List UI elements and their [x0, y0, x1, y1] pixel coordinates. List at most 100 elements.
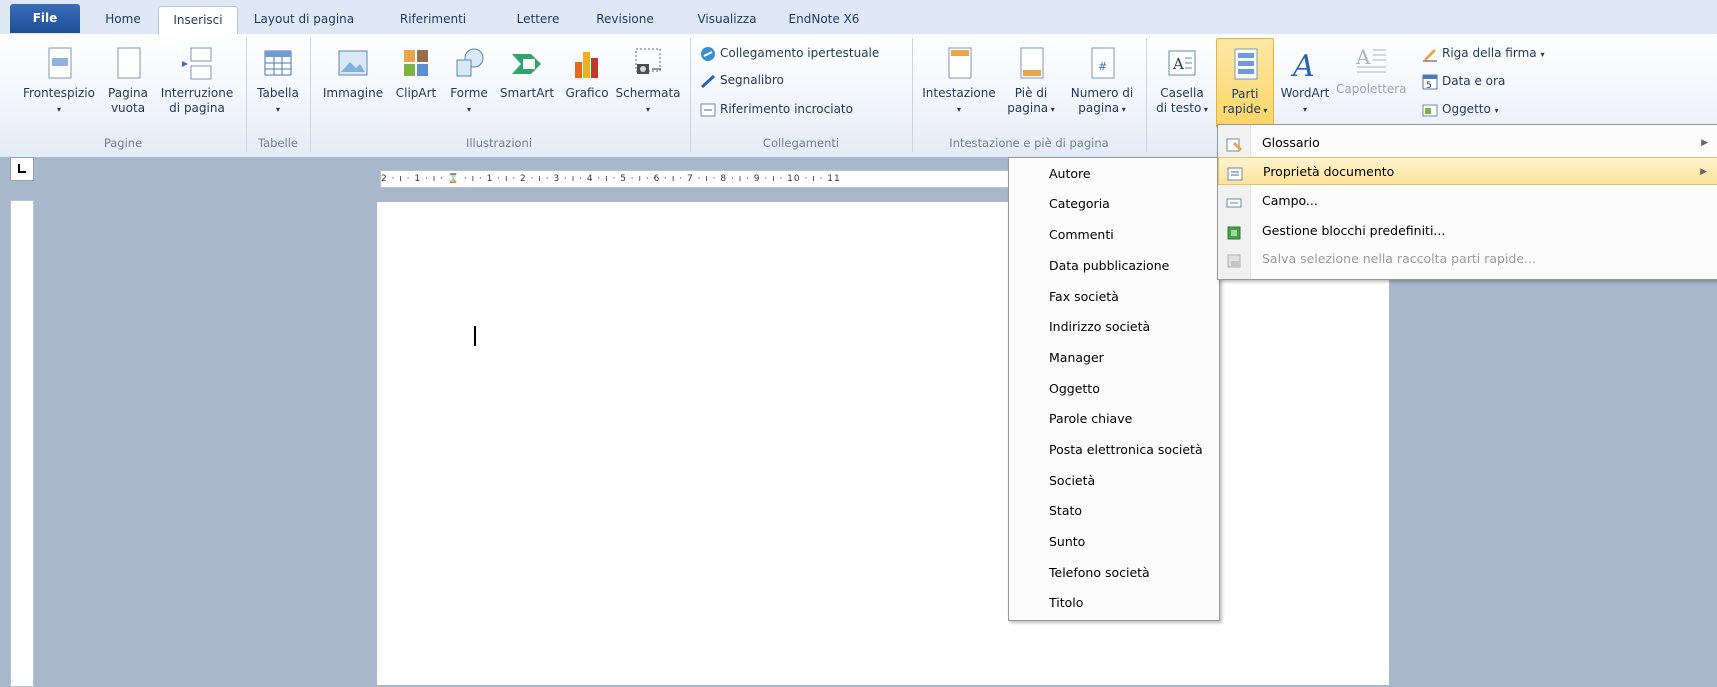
svg-text:A: A — [1290, 49, 1315, 82]
riferimento-label: Riferimento incrociato — [720, 102, 853, 116]
tab-file[interactable]: File — [10, 4, 80, 33]
menu-item-gestione-blocchi[interactable]: Gestione blocchi predefiniti... — [1218, 217, 1717, 245]
clipart-button[interactable]: ClipArt — [390, 46, 442, 101]
immagine-button[interactable]: Immagine — [318, 46, 388, 101]
intestazione-button[interactable]: Intestazione ▾ — [916, 46, 1002, 117]
svg-text:A: A — [1355, 45, 1371, 69]
table-icon — [260, 46, 296, 82]
smartart-icon — [509, 46, 545, 82]
oggetto-label: Oggetto — [1442, 102, 1491, 116]
hyperlink-icon — [700, 46, 716, 62]
shapes-icon — [451, 46, 487, 82]
submenu-item[interactable]: Titolo — [1009, 588, 1219, 618]
group-separator — [246, 38, 247, 152]
tabella-button[interactable]: Tabella ▾ — [250, 46, 306, 117]
pagina-vuota-button[interactable]: Pagina vuota — [104, 46, 152, 116]
tab-layout[interactable]: Layout di pagina — [250, 6, 358, 33]
tab-lettere[interactable]: Lettere — [508, 6, 568, 33]
casella-label-2: di testo — [1156, 101, 1202, 115]
submenu-item[interactable]: Data pubblicazione — [1009, 251, 1219, 281]
intestazione-label: Intestazione — [922, 86, 996, 100]
svg-text:5: 5 — [1426, 81, 1432, 90]
interruzione-pagina-button[interactable]: Interruzione di pagina — [156, 46, 238, 116]
capolettera-button[interactable]: A Capolettera — [1336, 42, 1407, 97]
oggetto-button[interactable]: Oggetto ▾ — [1422, 98, 1499, 120]
riferimento-incrociato-button[interactable]: Riferimento incrociato — [700, 98, 853, 120]
tab-riferimenti[interactable]: Riferimenti — [393, 6, 473, 33]
riga-firma-button[interactable]: Riga della firma ▾ — [1422, 42, 1544, 64]
submenu-item[interactable]: Società — [1009, 466, 1219, 496]
group-label-pagine: Pagine — [103, 136, 143, 150]
tab-inserisci[interactable]: Inserisci — [158, 6, 238, 35]
page-break-icon — [179, 46, 215, 82]
immagine-label: Immagine — [322, 86, 384, 100]
glossary-icon — [1226, 135, 1243, 152]
chevron-down-icon: ▾ — [275, 105, 280, 114]
pie-pagina-button[interactable]: Piè di pagina ▾ — [1002, 46, 1060, 117]
submenu-item[interactable]: Oggetto — [1009, 374, 1219, 404]
schermata-button[interactable]: Schermata ▾ — [614, 46, 682, 117]
menu-item-glossario[interactable]: Glossario ▶ — [1218, 129, 1717, 157]
group-separator — [310, 38, 311, 152]
tabella-label: Tabella — [257, 86, 299, 100]
clipart-label: ClipArt — [395, 86, 437, 100]
frontespizio-button[interactable]: Frontespizio ▾ — [18, 46, 100, 117]
chevron-down-icon: ▾ — [956, 105, 961, 114]
tab-home[interactable]: Home — [92, 6, 154, 33]
tab-endnote[interactable]: EndNote X6 — [786, 6, 862, 33]
smartart-label: SmartArt — [499, 86, 555, 100]
chevron-down-icon: ▾ — [1540, 50, 1545, 59]
numero-label-2: pagina — [1078, 101, 1120, 115]
footer-icon — [1013, 46, 1049, 82]
collegamento-label: Collegamento ipertestuale — [720, 46, 880, 60]
data-ora-button[interactable]: 5 Data e ora — [1422, 70, 1505, 92]
picture-icon — [335, 46, 371, 82]
casella-testo-button[interactable]: A Casella di testo ▾ — [1150, 46, 1214, 117]
tab-stop-selector[interactable] — [10, 157, 34, 181]
pie-label-1: Piè di — [1014, 86, 1048, 100]
vertical-ruler[interactable] — [10, 200, 34, 687]
menu-item-salva-selezione[interactable]: Salva selezione nella raccolta parti rap… — [1218, 245, 1717, 273]
pie-label-2: pagina — [1007, 101, 1049, 115]
tab-visualizza[interactable]: Visualizza — [690, 6, 764, 33]
grafico-button[interactable]: Grafico — [560, 46, 614, 101]
smartart-button[interactable]: SmartArt — [496, 46, 558, 101]
frontespizio-label: Frontespizio — [23, 86, 95, 100]
submenu-item[interactable]: Commenti — [1009, 220, 1219, 250]
drop-cap-icon: A — [1353, 42, 1389, 78]
field-icon — [1226, 193, 1242, 209]
submenu-item[interactable]: Telefono società — [1009, 558, 1219, 588]
submenu-item[interactable]: Fax società — [1009, 282, 1219, 312]
tab-revisione[interactable]: Revisione — [588, 6, 662, 33]
chevron-down-icon: ▾ — [1302, 105, 1307, 114]
blank-page-icon — [110, 46, 146, 82]
submenu-item[interactable]: Autore — [1009, 159, 1219, 189]
wordart-label: WordArt — [1280, 86, 1330, 100]
wordart-button[interactable]: A WordArt ▾ — [1276, 46, 1334, 117]
menu-item-campo[interactable]: Campo... — [1218, 187, 1717, 215]
submenu-item[interactable]: Posta elettronica società — [1009, 435, 1219, 465]
submenu-item[interactable]: Manager — [1009, 343, 1219, 373]
numero-label-1: Numero di — [1070, 86, 1134, 100]
segnalibro-button[interactable]: Segnalibro — [700, 69, 784, 91]
submenu-item[interactable]: Stato — [1009, 496, 1219, 526]
grafico-label: Grafico — [565, 86, 609, 100]
forme-button[interactable]: Forme ▾ — [444, 46, 494, 117]
cover-page-icon — [41, 46, 77, 82]
object-icon — [1422, 102, 1438, 118]
submenu-item[interactable]: Indirizzo società — [1009, 312, 1219, 342]
parti-rapide-button[interactable]: Parti rapide ▾ — [1216, 38, 1274, 128]
submenu-arrow-icon: ▶ — [1701, 138, 1708, 148]
casella-label-1: Casella — [1160, 86, 1204, 100]
riga-firma-label: Riga della firma — [1442, 46, 1537, 60]
submenu-item[interactable]: Sunto — [1009, 527, 1219, 557]
horizontal-ruler[interactable]: 2 · ı · 1 · ı · ⌛ · ı · 1 · ı · 2 · ı · … — [380, 170, 1022, 188]
menu-item-proprieta-documento[interactable]: Proprietà documento ▶ — [1218, 157, 1717, 185]
submenu-item[interactable]: Parole chiave — [1009, 404, 1219, 434]
clipart-icon — [398, 46, 434, 82]
submenu-item[interactable]: Categoria — [1009, 189, 1219, 219]
wordart-icon: A — [1287, 46, 1323, 84]
collegamento-ipertestuale-button[interactable]: Collegamento ipertestuale — [700, 42, 879, 64]
pagina-vuota-label-1: Pagina — [108, 86, 148, 100]
numero-pagina-button[interactable]: # Numero di pagina ▾ — [1064, 46, 1140, 117]
